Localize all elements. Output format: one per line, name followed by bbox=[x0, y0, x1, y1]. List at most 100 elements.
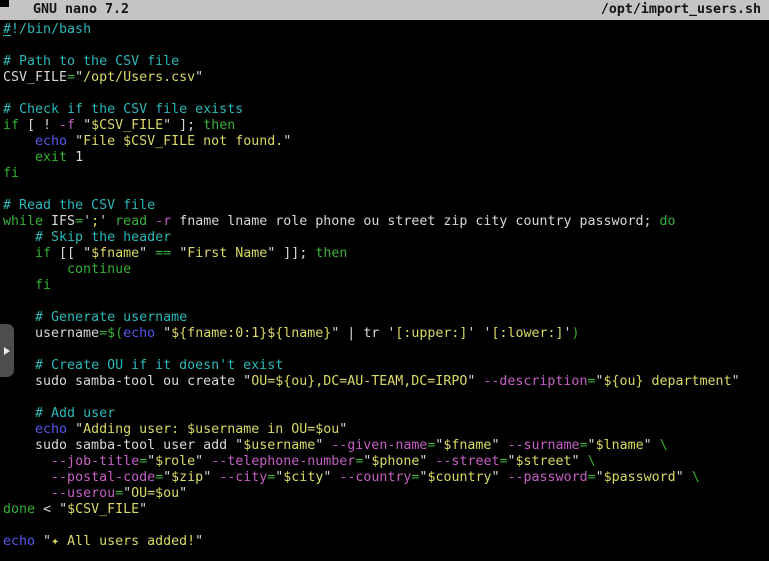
code-segment: ) bbox=[572, 326, 580, 341]
code-segment: = bbox=[67, 70, 75, 85]
code-segment: 1 bbox=[67, 150, 83, 165]
code-line: # Read the CSV file bbox=[3, 198, 769, 214]
code-segment: ]; bbox=[171, 118, 203, 133]
code-segment: " bbox=[75, 70, 83, 85]
code-segment: fi bbox=[35, 278, 51, 293]
code-line bbox=[3, 86, 769, 102]
panel-reveal-handle[interactable] bbox=[0, 324, 14, 377]
code-line: CSV_FILE="/opt/Users.csv" bbox=[3, 70, 769, 86]
code-segment: $lname bbox=[596, 438, 644, 453]
code-segment: [:lower:] bbox=[491, 326, 563, 341]
code-segment bbox=[3, 486, 51, 501]
code-segment: !/bin/bash bbox=[11, 22, 91, 37]
code-segment: " bbox=[123, 486, 131, 501]
code-segment: --password bbox=[508, 470, 588, 485]
code-segment: " bbox=[83, 118, 91, 133]
code-segment: ' bbox=[99, 214, 107, 229]
code-line: # Skip the header bbox=[3, 230, 769, 246]
code-segment: OU=$ou bbox=[131, 486, 179, 501]
code-segment: = bbox=[588, 470, 596, 485]
code-segment: = bbox=[580, 438, 588, 453]
code-segment: --description bbox=[483, 374, 587, 389]
code-segment: $fname bbox=[443, 438, 491, 453]
code-segment: --postal-code bbox=[51, 470, 155, 485]
code-segment: # Path to the CSV file bbox=[3, 54, 179, 69]
code-segment: < bbox=[35, 502, 59, 517]
code-segment: CSV_FILE bbox=[3, 70, 67, 85]
code-line: sudo samba-tool user add "$username" --g… bbox=[3, 438, 769, 454]
code-segment: username bbox=[3, 326, 99, 341]
code-segment bbox=[67, 134, 75, 149]
code-segment: File $CSV_FILE not found. bbox=[83, 134, 283, 149]
code-segment: ${ou} department bbox=[603, 374, 731, 389]
code-line: fi bbox=[3, 278, 769, 294]
code-segment: # Generate username bbox=[35, 310, 187, 325]
code-line: continue bbox=[3, 262, 769, 278]
code-segment bbox=[3, 262, 67, 277]
code-segment: " bbox=[139, 502, 147, 517]
code-segment: " bbox=[339, 422, 347, 437]
code-segment bbox=[147, 246, 155, 261]
code-segment: " bbox=[139, 246, 147, 261]
code-segment bbox=[107, 214, 115, 229]
code-segment: $CSV_FILE bbox=[67, 502, 139, 517]
code-segment: = bbox=[155, 470, 163, 485]
code-line: --postal-code="$zip" --city="$city" --co… bbox=[3, 470, 769, 486]
code-segment: " bbox=[644, 438, 652, 453]
code-segment bbox=[500, 470, 508, 485]
code-segment: " bbox=[163, 470, 171, 485]
editor-buffer[interactable]: #!/bin/bash# Path to the CSV fileCSV_FIL… bbox=[3, 22, 769, 550]
code-segment: sudo samba-tool user add bbox=[3, 438, 235, 453]
code-segment bbox=[3, 470, 51, 485]
code-segment: echo bbox=[3, 534, 35, 549]
code-segment: $fname bbox=[91, 246, 139, 261]
code-segment: " bbox=[147, 454, 155, 469]
code-segment: --job-title bbox=[51, 454, 139, 469]
code-segment: echo bbox=[35, 134, 67, 149]
code-line: # Generate username bbox=[3, 310, 769, 326]
code-segment bbox=[580, 454, 588, 469]
code-segment: " bbox=[83, 246, 91, 261]
code-line: exit 1 bbox=[3, 150, 769, 166]
code-segment: -r bbox=[155, 214, 171, 229]
code-segment: " bbox=[163, 326, 171, 341]
code-segment: " bbox=[732, 374, 740, 389]
code-line: # Check if the CSV file exists bbox=[3, 102, 769, 118]
code-segment: --surname bbox=[507, 438, 579, 453]
code-line bbox=[3, 390, 769, 406]
code-segment: exit bbox=[35, 150, 67, 165]
code-line: --userou="OU=$ou" bbox=[3, 486, 769, 502]
code-segment: $username bbox=[243, 438, 315, 453]
code-segment: " bbox=[195, 534, 203, 549]
code-segment: " bbox=[59, 502, 67, 517]
code-segment: fname lname role phone ou street zip cit… bbox=[171, 214, 659, 229]
code-line bbox=[3, 38, 769, 54]
code-segment: --street bbox=[435, 454, 499, 469]
code-segment: --country bbox=[339, 470, 411, 485]
code-segment: " bbox=[195, 70, 203, 85]
code-segment: " bbox=[507, 454, 515, 469]
code-segment bbox=[652, 438, 660, 453]
code-segment: # Create OU if it doesn't exist bbox=[35, 358, 283, 373]
code-segment: = bbox=[75, 214, 83, 229]
code-segment: $password bbox=[604, 470, 676, 485]
code-line: fi bbox=[3, 166, 769, 182]
code-line: # Path to the CSV file bbox=[3, 54, 769, 70]
code-segment: [ ! bbox=[19, 118, 59, 133]
code-segment: fi bbox=[3, 166, 19, 181]
code-segment: then bbox=[315, 246, 347, 261]
code-segment: " bbox=[243, 374, 251, 389]
code-line: # Create OU if it doesn't exist bbox=[3, 358, 769, 374]
code-segment: \ bbox=[660, 438, 668, 453]
code-segment: [[ bbox=[51, 246, 83, 261]
code-segment bbox=[147, 214, 155, 229]
code-line: username=$(echo "${fname:0:1}${lname}" |… bbox=[3, 326, 769, 342]
code-segment: # Skip the header bbox=[35, 230, 171, 245]
code-segment: == bbox=[155, 246, 171, 261]
code-segment: sudo samba-tool ou create bbox=[3, 374, 243, 389]
code-segment: " bbox=[75, 134, 83, 149]
code-segment: if bbox=[35, 246, 51, 261]
code-line bbox=[3, 518, 769, 534]
code-line bbox=[3, 342, 769, 358]
code-line: echo "Adding user: $username in OU=$ou" bbox=[3, 422, 769, 438]
